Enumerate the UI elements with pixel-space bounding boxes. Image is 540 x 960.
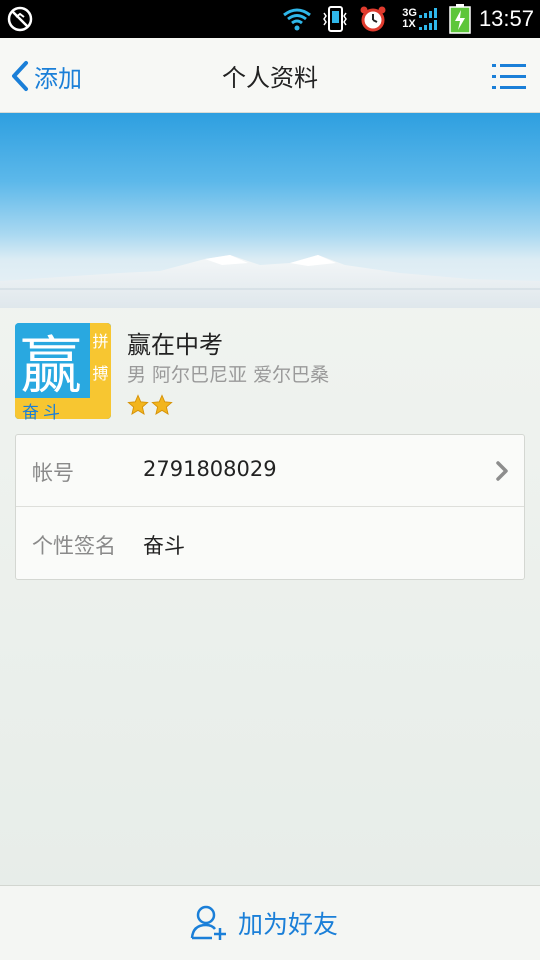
add-user-icon — [190, 905, 226, 940]
add-friend-label: 加为好友 — [238, 910, 339, 939]
avatar-bottom-text: 奋斗 — [22, 403, 64, 423]
battery-charging-icon — [449, 4, 471, 34]
star-icon — [151, 394, 173, 415]
wifi-icon — [283, 8, 312, 31]
signature-row: 个性签名 奋斗 — [16, 508, 524, 580]
signal-icon — [418, 8, 437, 30]
vibrate-icon — [323, 6, 348, 32]
profile-cover-image — [0, 113, 540, 308]
signature-value: 奋斗 — [143, 534, 185, 558]
alarm-icon — [360, 6, 386, 32]
bottom-action-bar: 加为好友 — [0, 885, 540, 960]
star-icon — [127, 394, 149, 415]
status-bar: 3G 1X 13:57 — [0, 0, 540, 38]
profile-meta: 男 阿尔巴尼亚 爱尔巴桑 — [127, 364, 330, 386]
avatar-side-text: 拼搏 — [92, 332, 109, 383]
profile-name: 赢在中考 — [127, 331, 223, 359]
list-menu-icon[interactable] — [492, 62, 526, 92]
info-card: 帐号 2791808029 个性签名 奋斗 — [15, 434, 525, 580]
account-row[interactable]: 帐号 2791808029 — [16, 435, 524, 507]
add-friend-button[interactable]: 加为好友 — [190, 901, 338, 945]
clock: 13:57 — [478, 6, 534, 31]
account-label: 帐号 — [32, 461, 74, 485]
avatar-big-char: 赢 — [20, 329, 82, 402]
page-title: 个人资料 — [222, 64, 318, 92]
account-value: 2791808029 — [143, 457, 277, 481]
title-bar: 添加 个人资料 — [0, 38, 540, 113]
chevron-right-icon — [496, 461, 508, 481]
network-type-label: 3G 1X — [402, 7, 417, 30]
sync-off-icon — [7, 6, 33, 32]
signature-label: 个性签名 — [32, 534, 116, 558]
level-stars — [127, 394, 173, 416]
